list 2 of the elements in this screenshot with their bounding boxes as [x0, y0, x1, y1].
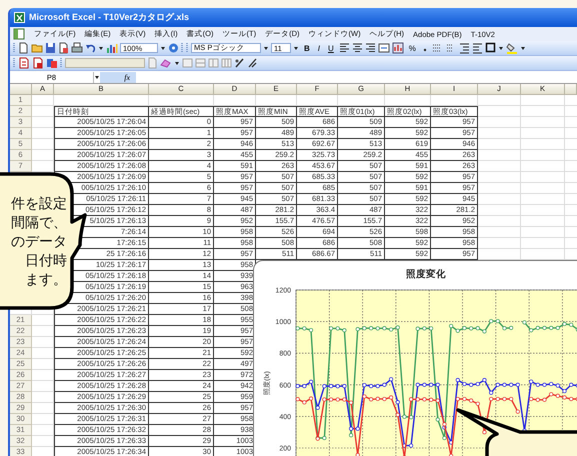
- window-title: Microsoft Excel - T10Ver2カタログ.xls: [29, 11, 190, 24]
- chart-title: 照度変化: [406, 269, 446, 280]
